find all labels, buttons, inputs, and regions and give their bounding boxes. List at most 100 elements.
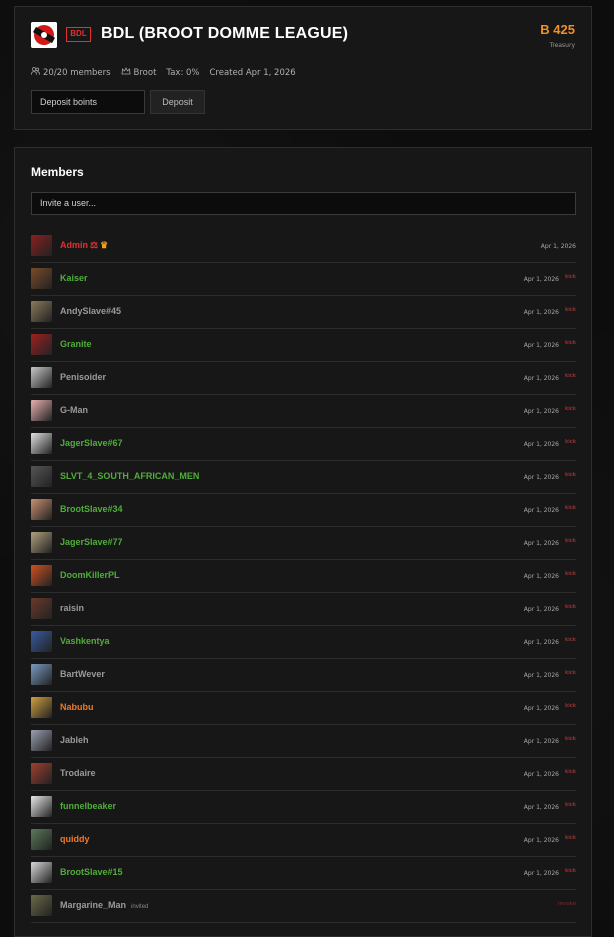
member-name-text[interactable]: JagerSlave#77 (60, 537, 123, 547)
member-name-text[interactable]: AndySlave#45 (60, 306, 121, 316)
join-date: Apr 1, 2026 (523, 309, 559, 316)
join-date: Apr 1, 2026 (523, 540, 559, 547)
member-name-text[interactable]: quiddy (60, 834, 90, 844)
kick-button[interactable]: kick (565, 274, 576, 280)
avatar[interactable] (31, 301, 52, 322)
kick-button[interactable]: kick (565, 769, 576, 775)
member-name[interactable]: Nabubu (60, 702, 94, 712)
league-meta: 20/20 members Broot Tax: 0% Created Apr … (31, 67, 296, 78)
member-name[interactable]: G-Man (60, 405, 88, 415)
avatar[interactable] (31, 433, 52, 454)
avatar[interactable] (31, 664, 52, 685)
avatar[interactable] (31, 268, 52, 289)
member-name[interactable]: Granite (60, 339, 92, 349)
avatar[interactable] (31, 862, 52, 883)
member-name-text[interactable]: raisin (60, 603, 84, 613)
member-name[interactable]: Margarine_Man invited (60, 900, 148, 910)
avatar[interactable] (31, 895, 52, 916)
member-name-text[interactable]: Penisoider (60, 372, 106, 382)
member-name[interactable]: BartWever (60, 669, 105, 679)
avatar[interactable] (31, 532, 52, 553)
member-name[interactable]: BrootSlave#34 (60, 504, 123, 514)
join-date: Apr 1, 2026 (523, 738, 559, 745)
kick-button[interactable]: kick (565, 835, 576, 841)
member-name-text[interactable]: BrootSlave#15 (60, 867, 123, 877)
member-name-text[interactable]: G-Man (60, 405, 88, 415)
avatar[interactable] (31, 367, 52, 388)
avatar[interactable] (31, 499, 52, 520)
member-name[interactable]: JagerSlave#67 (60, 438, 123, 448)
member-name[interactable]: Vashkentya (60, 636, 110, 646)
member-name[interactable]: Jableh (60, 735, 89, 745)
revoke-invite-button[interactable]: revoke (557, 901, 576, 907)
member-name[interactable]: Admin ⚖ ♛ (60, 240, 108, 251)
join-date: Apr 1, 2026 (523, 870, 559, 877)
kick-button[interactable]: kick (565, 736, 576, 742)
member-name-text[interactable]: Admin (60, 240, 88, 250)
member-row: BrootSlave#34 Apr 1, 2026 kick (31, 494, 576, 527)
kick-button[interactable]: kick (565, 340, 576, 346)
member-name-text[interactable]: DoomKillerPL (60, 570, 120, 580)
avatar[interactable] (31, 631, 52, 652)
member-name-text[interactable]: SLVT_4_SOUTH_AFRICAN_MEN (60, 471, 199, 481)
avatar[interactable] (31, 235, 52, 256)
avatar[interactable] (31, 763, 52, 784)
member-name-text[interactable]: BartWever (60, 669, 105, 679)
avatar[interactable] (31, 829, 52, 850)
owner-label: Broot (133, 67, 157, 78)
member-name[interactable]: AndySlave#45 (60, 306, 121, 316)
kick-button[interactable]: kick (565, 670, 576, 676)
kick-button[interactable]: kick (565, 637, 576, 643)
member-name[interactable]: JagerSlave#77 (60, 537, 123, 547)
created-label: Created Apr 1, 2026 (209, 67, 296, 78)
deposit-button[interactable]: Deposit (150, 90, 205, 114)
members-count: 20/20 members (31, 67, 111, 78)
join-date: Apr 1, 2026 (523, 507, 559, 514)
avatar[interactable] (31, 796, 52, 817)
member-name-text[interactable]: Jableh (60, 735, 89, 745)
member-name[interactable]: Penisoider (60, 372, 106, 382)
kick-button[interactable]: kick (565, 307, 576, 313)
member-name[interactable]: SLVT_4_SOUTH_AFRICAN_MEN (60, 471, 199, 481)
avatar[interactable] (31, 697, 52, 718)
member-name-text[interactable]: Kaiser (60, 273, 88, 283)
kick-button[interactable]: kick (565, 538, 576, 544)
avatar[interactable] (31, 730, 52, 751)
kick-button[interactable]: kick (565, 802, 576, 808)
member-name[interactable]: raisin (60, 603, 84, 613)
kick-button[interactable]: kick (565, 373, 576, 379)
kick-button[interactable]: kick (565, 472, 576, 478)
league-name: BDL (BROOT DOMME LEAGUE) (101, 25, 349, 42)
deposit-input[interactable]: Deposit boints (31, 90, 145, 114)
invite-user-input[interactable]: Invite a user... (31, 192, 576, 215)
kick-button[interactable]: kick (565, 868, 576, 874)
member-row: Nabubu Apr 1, 2026 kick (31, 692, 576, 725)
kick-button[interactable]: kick (565, 703, 576, 709)
avatar[interactable] (31, 400, 52, 421)
member-name-text[interactable]: Margarine_Man (60, 900, 126, 910)
avatar[interactable] (31, 466, 52, 487)
member-name[interactable]: DoomKillerPL (60, 570, 120, 580)
member-name-text[interactable]: BrootSlave#34 (60, 504, 123, 514)
member-row: JagerSlave#77 Apr 1, 2026 kick (31, 527, 576, 560)
kick-button[interactable]: kick (565, 505, 576, 511)
avatar[interactable] (31, 565, 52, 586)
member-name-text[interactable]: Trodaire (60, 768, 96, 778)
member-name[interactable]: BrootSlave#15 (60, 867, 123, 877)
member-name[interactable]: quiddy (60, 834, 90, 844)
kick-button[interactable]: kick (565, 571, 576, 577)
member-name-text[interactable]: funnelbeaker (60, 801, 116, 811)
kick-button[interactable]: kick (565, 406, 576, 412)
kick-button[interactable]: kick (565, 439, 576, 445)
member-name-text[interactable]: Granite (60, 339, 92, 349)
kick-button[interactable]: kick (565, 604, 576, 610)
member-name[interactable]: Kaiser (60, 273, 88, 283)
member-name-text[interactable]: Vashkentya (60, 636, 110, 646)
member-name-text[interactable]: Nabubu (60, 702, 94, 712)
avatar[interactable] (31, 334, 52, 355)
join-date: Apr 1, 2026 (523, 573, 559, 580)
avatar[interactable] (31, 598, 52, 619)
member-name[interactable]: funnelbeaker (60, 801, 116, 811)
member-name[interactable]: Trodaire (60, 768, 96, 778)
member-name-text[interactable]: JagerSlave#67 (60, 438, 123, 448)
